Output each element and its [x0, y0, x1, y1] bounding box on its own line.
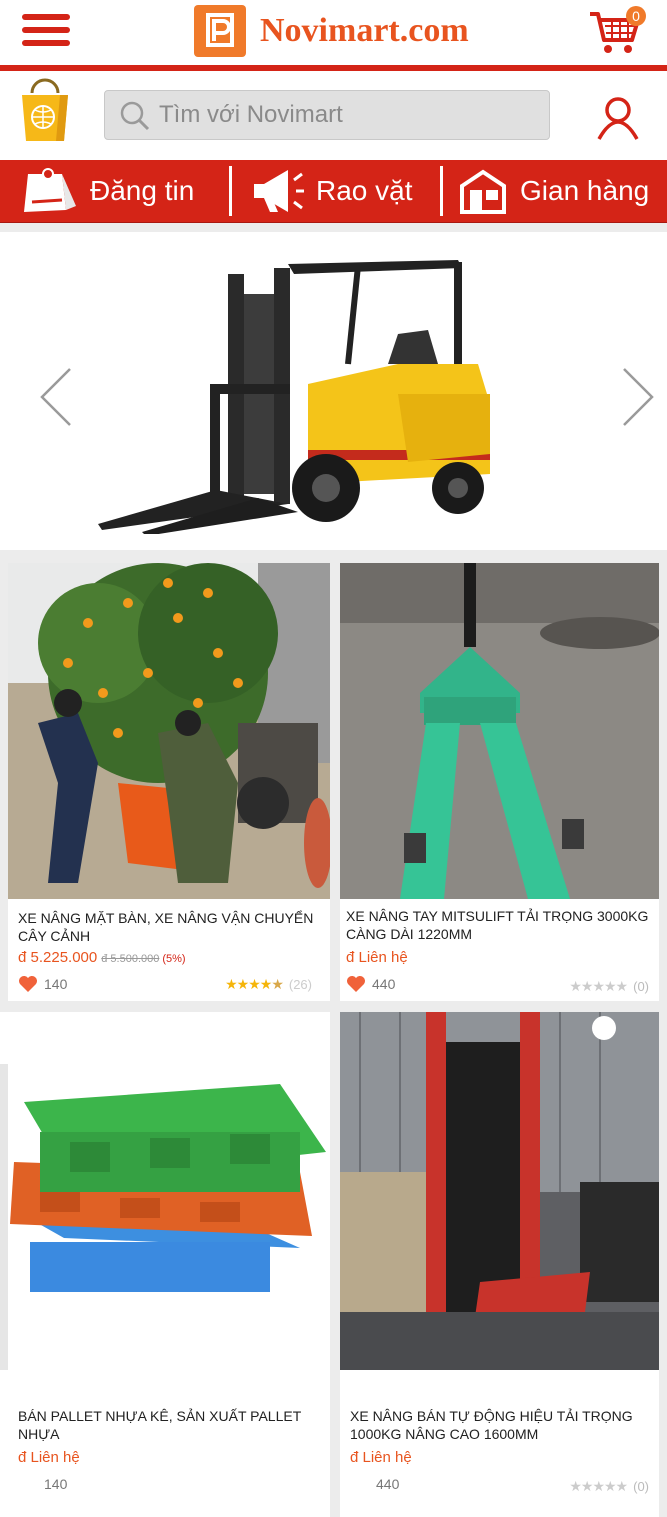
product-name[interactable]: BÁN PALLET NHỰA KÊ, SẢN XUẤT PALLET NHỰA — [18, 1407, 318, 1443]
logo-mark-icon — [194, 5, 246, 57]
product-card[interactable]: XE NÂNG BÁN TỰ ĐỘNG HIỆU TẢI TRỌNG 1000K… — [340, 1012, 659, 1517]
search-row — [0, 71, 667, 160]
nav-item-classifieds[interactable]: Rao vặt — [248, 160, 413, 222]
search-input[interactable] — [159, 91, 539, 139]
product-name[interactable]: XE NÂNG TAY MITSULIFT TẢI TRỌNG 3000KG C… — [346, 907, 651, 943]
product-price: đ Liên hệ — [350, 1449, 412, 1466]
top-header: Novimart.com 0 — [0, 0, 667, 66]
star-rating-icon: ★★★★★ — [569, 1478, 628, 1494]
current-price: đ 5.225.000 — [18, 949, 98, 966]
product-price: đ Liên hệ — [18, 1449, 80, 1466]
product-image[interactable] — [8, 563, 330, 899]
rating: ★★★★★ (0) — [569, 978, 649, 995]
nav-divider — [229, 166, 232, 216]
like-count-value: 140 — [44, 1476, 68, 1492]
heart-icon — [347, 976, 365, 992]
hamburger-menu-icon[interactable] — [22, 14, 70, 48]
like-count[interactable]: 440 — [346, 975, 395, 993]
banner-carousel[interactable] — [0, 232, 667, 550]
product-card[interactable]: XE NÂNG MẶT BÀN, XE NÂNG VẬN CHUYỂN CÂY … — [8, 563, 330, 1001]
rating: ★★★★★ (26) — [225, 976, 312, 993]
forklift-image — [98, 260, 490, 534]
product-card[interactable]: XE NÂNG TAY MITSULIFT TẢI TRỌNG 3000KG C… — [340, 563, 659, 1001]
heart-icon — [19, 976, 37, 992]
nav-item-stores[interactable]: Gian hàng — [458, 160, 649, 222]
product-name[interactable]: XE NÂNG BÁN TỰ ĐỘNG HIỆU TẢI TRỌNG 1000K… — [350, 1407, 650, 1443]
product-image[interactable] — [0, 1012, 330, 1370]
nav-divider — [440, 166, 443, 216]
like-count-value: 440 — [372, 976, 396, 992]
store-icon — [460, 169, 506, 214]
product-price: đ 5.225.000 đ 5.500.000 (5%) — [18, 949, 186, 966]
nav-item-post[interactable]: Đăng tin — [22, 160, 194, 222]
like-count[interactable]: 140 — [44, 1476, 67, 1492]
rating-count: (26) — [288, 977, 312, 992]
product-card[interactable]: BÁN PALLET NHỰA KÊ, SẢN XUẤT PALLET NHỰA… — [0, 1012, 330, 1517]
like-count-value: 440 — [376, 1476, 400, 1492]
cart-button[interactable]: 0 — [588, 6, 650, 56]
like-count-value: 140 — [44, 976, 68, 992]
star-rating-icon: ★★★★★ — [225, 976, 284, 992]
nav-item-label: Đăng tin — [90, 175, 195, 206]
chevron-right-icon[interactable] — [616, 367, 656, 427]
post-icon — [24, 168, 76, 212]
rating-count: (0) — [633, 1479, 649, 1494]
rating-count: (0) — [633, 979, 649, 994]
like-count[interactable]: 440 — [376, 1476, 399, 1492]
megaphone-icon — [254, 170, 304, 212]
product-name[interactable]: XE NÂNG MẶT BÀN, XE NÂNG VẬN CHUYỂN CÂY … — [18, 909, 318, 945]
nav-item-label: Gian hàng — [520, 175, 650, 206]
shopping-bag-globe-icon[interactable] — [18, 77, 72, 143]
discount-percent: (5%) — [162, 953, 186, 965]
product-image[interactable] — [340, 1012, 659, 1370]
old-price: đ 5.500.000 — [101, 953, 160, 965]
search-box[interactable] — [104, 90, 550, 140]
nav-item-label: Rao vặt — [316, 175, 413, 206]
site-logo[interactable]: Novimart.com — [194, 5, 469, 57]
chevron-left-icon[interactable] — [38, 367, 78, 427]
rating: ★★★★★ (0) — [569, 1478, 649, 1495]
product-price: đ Liên hệ — [346, 949, 408, 966]
like-count[interactable]: 140 — [18, 975, 67, 993]
product-image[interactable] — [340, 563, 659, 899]
main-nav: Đăng tin Rao vặt Gian hàng — [0, 160, 667, 223]
star-rating-icon: ★★★★★ — [569, 978, 628, 994]
user-account-icon[interactable] — [594, 95, 642, 143]
logo-text: Novimart.com — [260, 12, 469, 49]
search-icon — [120, 101, 150, 131]
cart-count-badge: 0 — [626, 6, 646, 26]
